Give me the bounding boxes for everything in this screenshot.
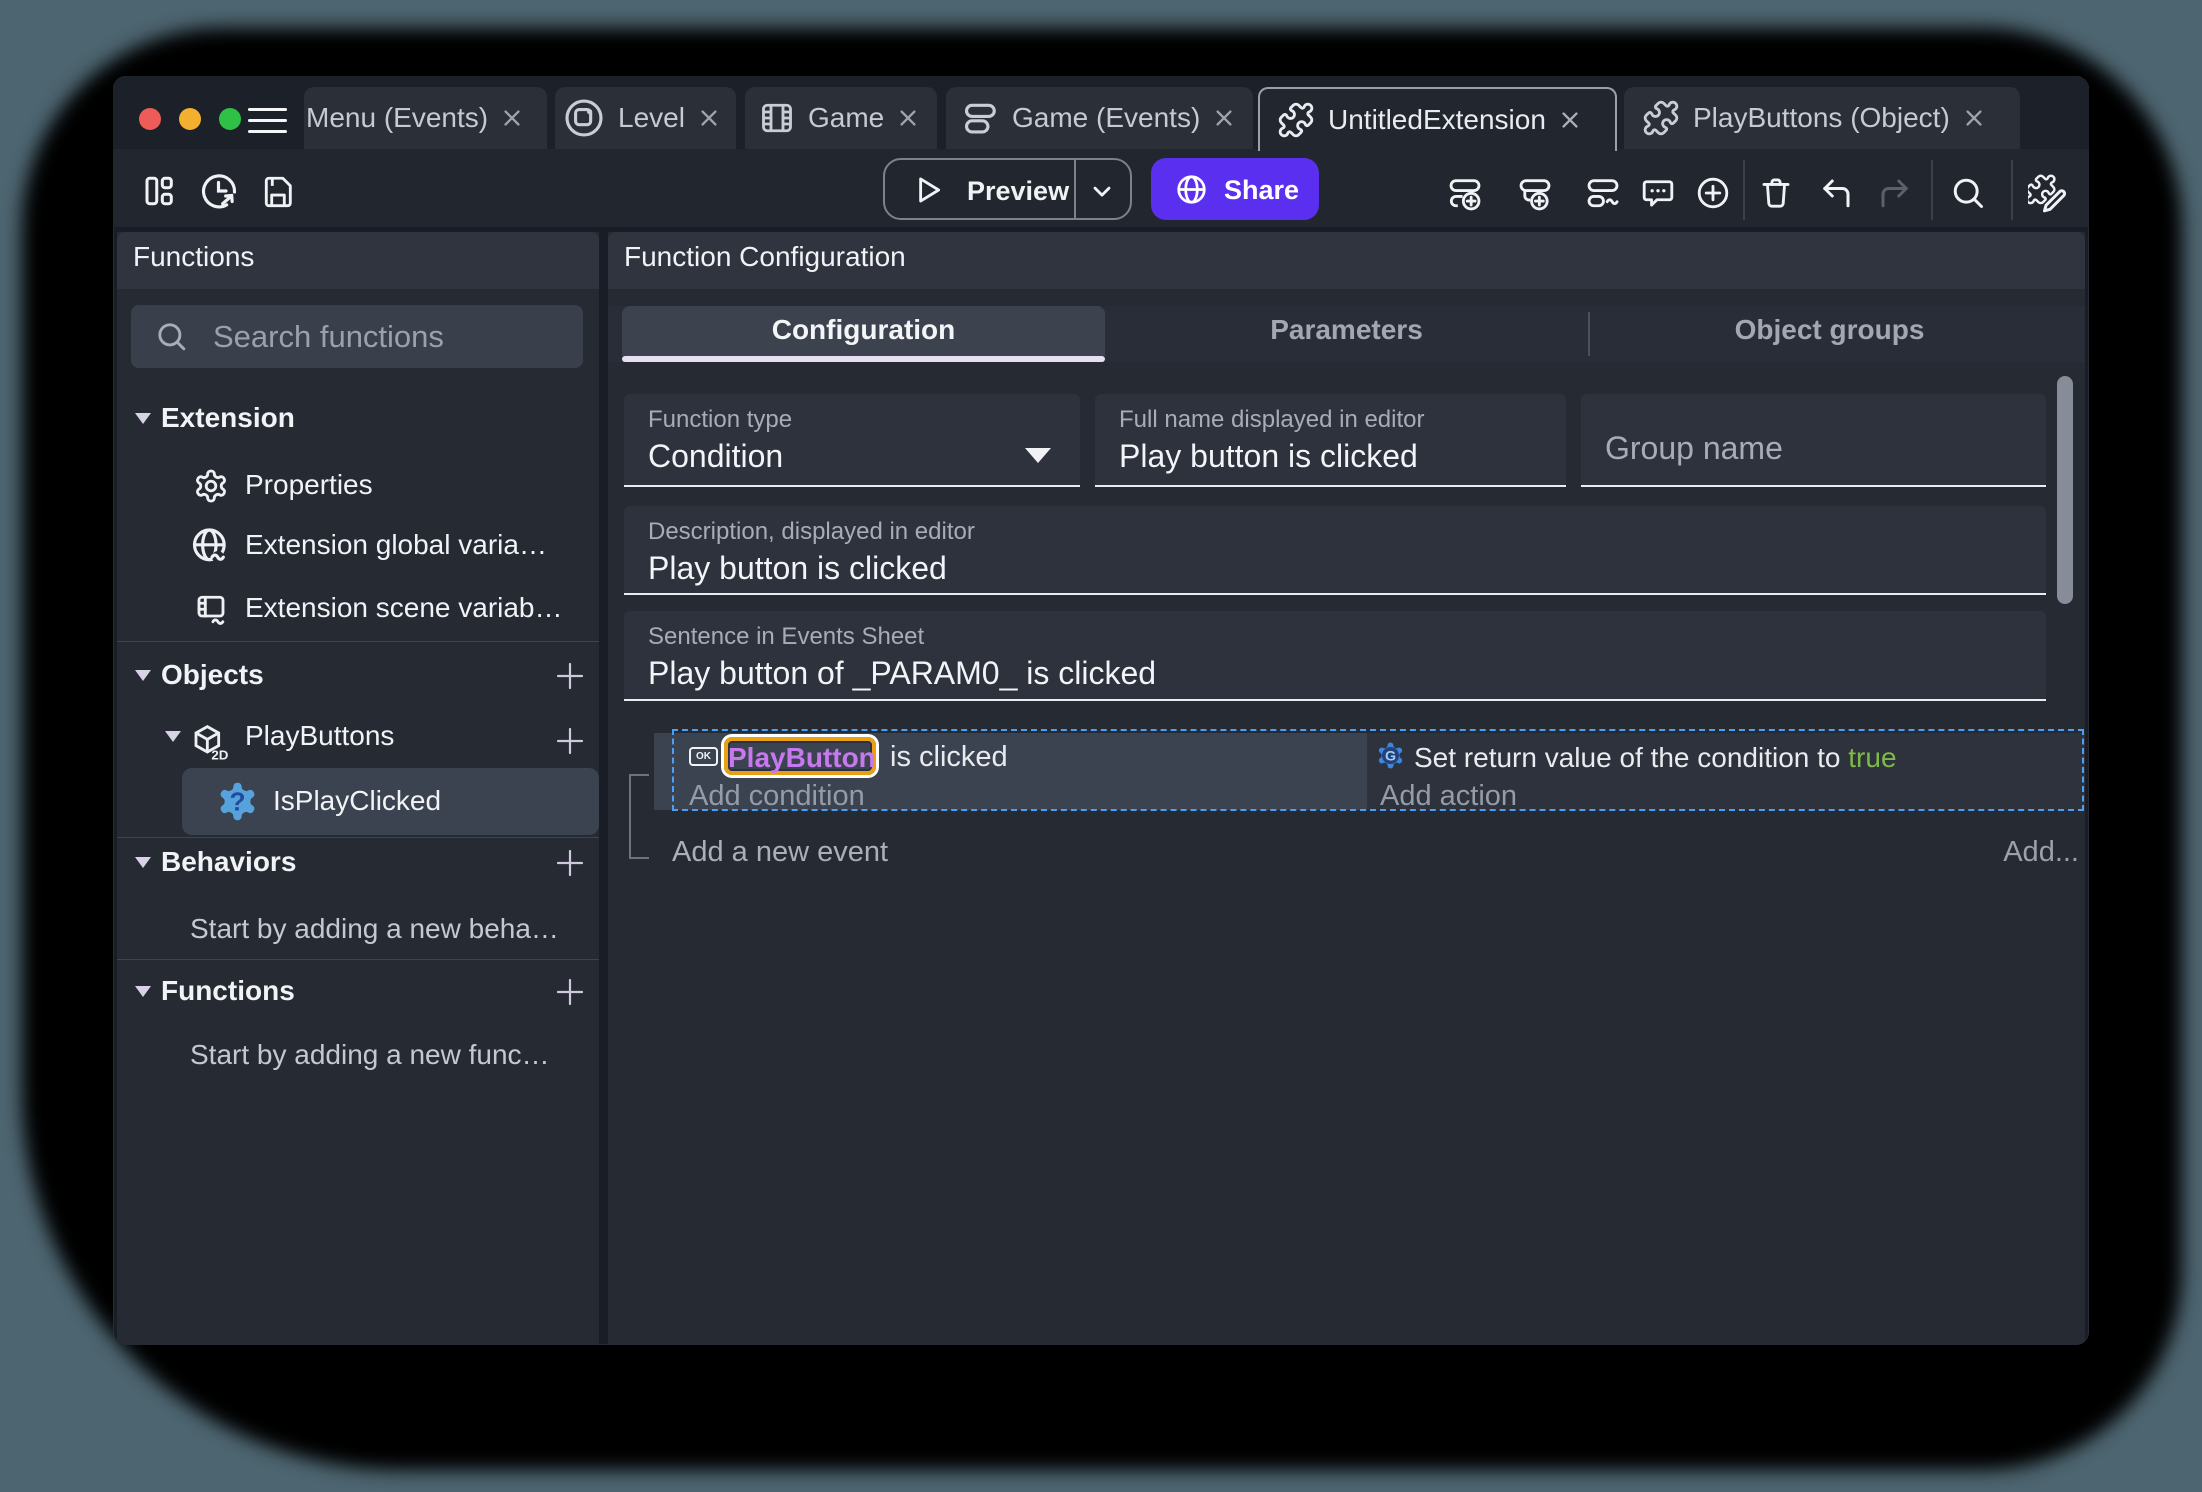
svg-text:G: G: [1385, 749, 1396, 765]
svg-text:2D: 2D: [211, 748, 228, 763]
svg-text:?: ?: [229, 787, 245, 817]
